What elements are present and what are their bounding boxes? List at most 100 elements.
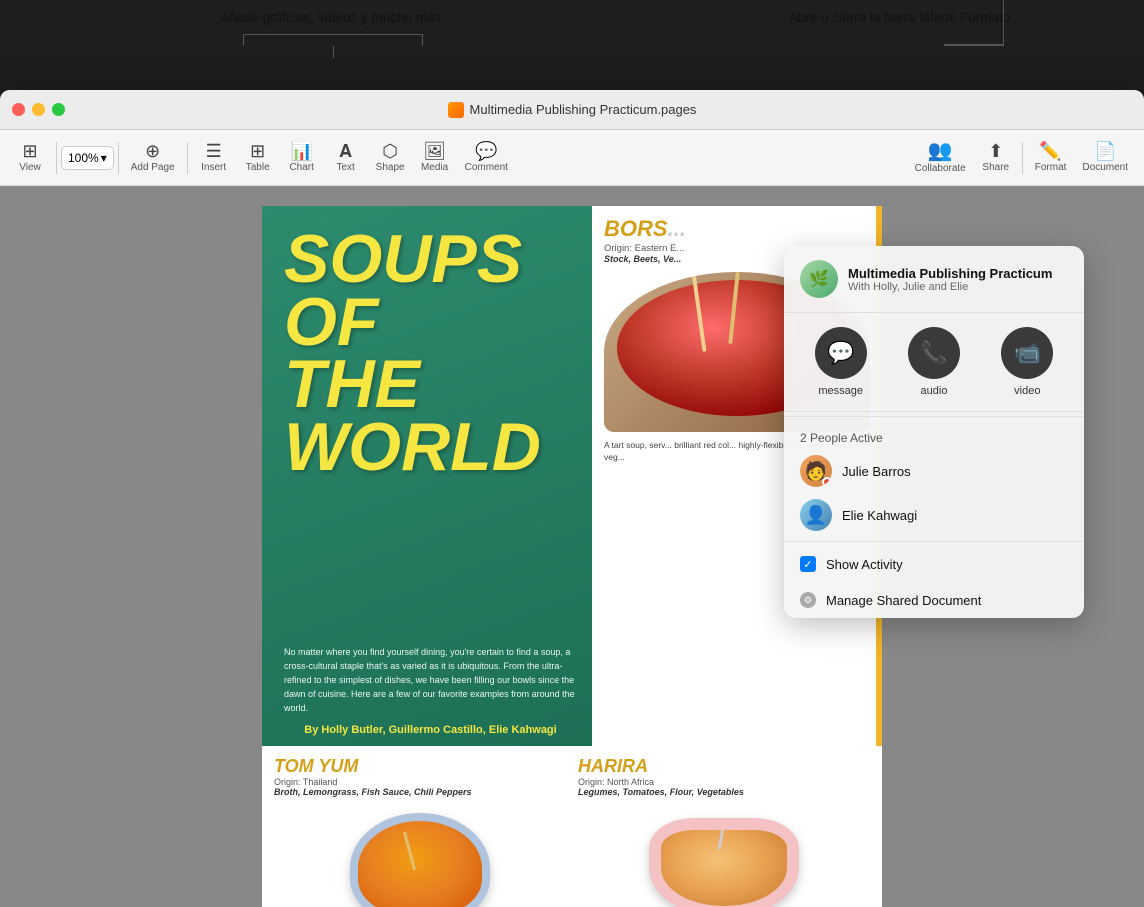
video-action[interactable]: 📹 video — [1001, 327, 1053, 397]
fullscreen-button[interactable] — [52, 103, 65, 116]
insert-icon: ☰ — [206, 142, 222, 160]
toolbar-divider-2 — [118, 142, 119, 174]
harira-origin: Origin: North Africa — [578, 777, 870, 787]
zoom-control[interactable]: 100% ▾ — [61, 146, 114, 170]
shape-icon: ⬡ — [382, 142, 398, 160]
collab-doc-subtitle: With Holly, Julie and Elie — [848, 281, 1052, 293]
harira-ingredients: Legumes, Tomatoes, Flour, Vegetables — [578, 787, 870, 797]
add-page-button[interactable]: ⊕ Add Page — [123, 138, 183, 177]
harira-title: HARIRA — [578, 756, 870, 777]
elie-avatar-image: 👤 — [800, 499, 832, 531]
person-julie: 🧑 Julie Barros — [784, 449, 1084, 493]
insert-button[interactable]: ☰ Insert — [192, 138, 236, 177]
zoom-chevron-icon: ▾ — [101, 151, 107, 165]
julie-avatar: 🧑 — [800, 455, 832, 487]
zoom-value: 100% — [68, 151, 99, 165]
minimize-button[interactable] — [32, 103, 45, 116]
titlebar: Multimedia Publishing Practicum.pages — [0, 90, 1144, 130]
chart-icon: 📊 — [290, 142, 312, 160]
person-elie: 👤 Elie Kahwagi — [784, 493, 1084, 537]
document-icon: 📄 — [1094, 142, 1116, 160]
format-icon: ✏️ — [1039, 142, 1061, 160]
tomyum-title: TOM YUM — [274, 756, 566, 777]
message-label: message — [818, 385, 863, 397]
hero-title-text: SOUPSOFTHEWORLD — [284, 228, 541, 478]
audio-label: audio — [921, 385, 948, 397]
media-button[interactable]: 🖼 Media — [413, 138, 457, 177]
collaborate-popup: 🌿 Multimedia Publishing Practicum With H… — [784, 246, 1084, 618]
format-button[interactable]: ✏️ Format — [1027, 138, 1075, 177]
collab-doc-avatar: 🌿 — [800, 260, 838, 298]
comment-button[interactable]: 💬 Comment — [457, 138, 516, 177]
video-button[interactable]: 📹 — [1001, 327, 1053, 379]
message-button[interactable]: 💬 — [815, 327, 867, 379]
share-button[interactable]: ⬆ Share — [974, 138, 1018, 177]
view-button[interactable]: ⊞ View — [8, 138, 52, 177]
show-activity-checkmark: ✓ — [800, 556, 816, 572]
audio-icon: 📞 — [920, 340, 947, 366]
traffic-lights — [12, 103, 65, 116]
annotation-right: Abre o cierra la barra lateral Formato. — [789, 8, 1014, 28]
close-button[interactable] — [12, 103, 25, 116]
people-active-header: 2 People Active — [784, 421, 1084, 449]
table-icon: ⊞ — [250, 142, 265, 160]
message-icon: 💬 — [827, 340, 854, 366]
collab-doc-info: Multimedia Publishing Practicum With Hol… — [848, 266, 1052, 293]
elie-name: Elie Kahwagi — [842, 508, 917, 523]
julie-name: Julie Barros — [842, 464, 911, 479]
tomyum-ingredients: Broth, Lemongrass, Fish Sauce, Chili Pep… — [274, 787, 566, 797]
content-area: SOUPSOFTHEWORLD — [0, 186, 1144, 907]
media-icon: 🖼 — [423, 142, 446, 160]
collab-popup-header: 🌿 Multimedia Publishing Practicum With H… — [784, 246, 1084, 313]
manage-document-label: Manage Shared Document — [826, 593, 981, 608]
hero-bottom-text: No matter where you find yourself dining… — [284, 646, 577, 736]
tomyum-bowl-image — [274, 803, 566, 907]
comment-icon: 💬 — [475, 142, 497, 160]
main-window: Multimedia Publishing Practicum.pages ⊞ … — [0, 90, 1144, 907]
manage-document-icon: ⚙ — [800, 592, 816, 608]
toolbar-divider-3 — [187, 142, 188, 174]
annotation-left: Añade gráficas, vídeos y mucho más. — [220, 8, 445, 28]
video-icon: 📹 — [1014, 340, 1041, 366]
collaborate-button[interactable]: 👥 Collaborate — [907, 137, 974, 178]
tomyum-section: TOM YUM Origin: Thailand Broth, Lemongra… — [274, 756, 566, 907]
view-icon: ⊞ — [22, 142, 37, 160]
table-button[interactable]: ⊞ Table — [236, 138, 280, 177]
text-button[interactable]: 𝐀 Text — [324, 138, 368, 177]
annotation-right-text: Abre o cierra la barra lateral Formato. — [789, 8, 1014, 28]
share-icon: ⬆ — [988, 142, 1003, 160]
video-label: video — [1014, 385, 1040, 397]
pages-app-icon — [448, 102, 464, 118]
harira-bowl-image — [578, 803, 870, 907]
document-button[interactable]: 📄 Document — [1074, 138, 1136, 177]
message-action[interactable]: 💬 message — [815, 327, 867, 397]
tomyum-origin: Origin: Thailand — [274, 777, 566, 787]
toolbar: ⊞ View 100% ▾ ⊕ Add Page ☰ Insert ⊞ Tabl… — [0, 130, 1144, 186]
audio-action[interactable]: 📞 audio — [908, 327, 960, 397]
show-activity-option[interactable]: ✓ Show Activity — [784, 546, 1084, 582]
show-activity-label: Show Activity — [826, 557, 903, 572]
bottom-soups-section: TOM YUM Origin: Thailand Broth, Lemongra… — [262, 746, 882, 907]
collab-divider-2 — [784, 541, 1084, 542]
collaborate-icon: 👥 — [928, 141, 953, 161]
borscht-title: BORS... — [604, 216, 870, 242]
harira-section: HARIRA Origin: North Africa Legumes, Tom… — [578, 756, 870, 907]
shape-button[interactable]: ⬡ Shape — [368, 138, 413, 177]
collab-divider-1 — [784, 416, 1084, 417]
toolbar-divider-4 — [1022, 142, 1023, 174]
toolbar-divider-1 — [56, 142, 57, 174]
julie-active-dot — [822, 477, 832, 487]
window-title-area: Multimedia Publishing Practicum.pages — [448, 102, 697, 118]
hero-title: SOUPSOFTHEWORLD — [284, 228, 541, 478]
hero-author: By Holly Butler, Guillermo Castillo, Eli… — [284, 724, 577, 736]
window-title: Multimedia Publishing Practicum.pages — [470, 102, 697, 117]
hero-description: No matter where you find yourself dining… — [284, 646, 577, 716]
annotation-left-text: Añade gráficas, vídeos y mucho más. — [220, 8, 445, 28]
text-icon: 𝐀 — [339, 142, 352, 160]
audio-button[interactable]: 📞 — [908, 327, 960, 379]
elie-avatar: 👤 — [800, 499, 832, 531]
collab-doc-title: Multimedia Publishing Practicum — [848, 266, 1052, 281]
chart-button[interactable]: 📊 Chart — [280, 138, 324, 177]
collab-actions-row: 💬 message 📞 audio 📹 video — [784, 313, 1084, 412]
manage-document-option[interactable]: ⚙ Manage Shared Document — [784, 582, 1084, 618]
